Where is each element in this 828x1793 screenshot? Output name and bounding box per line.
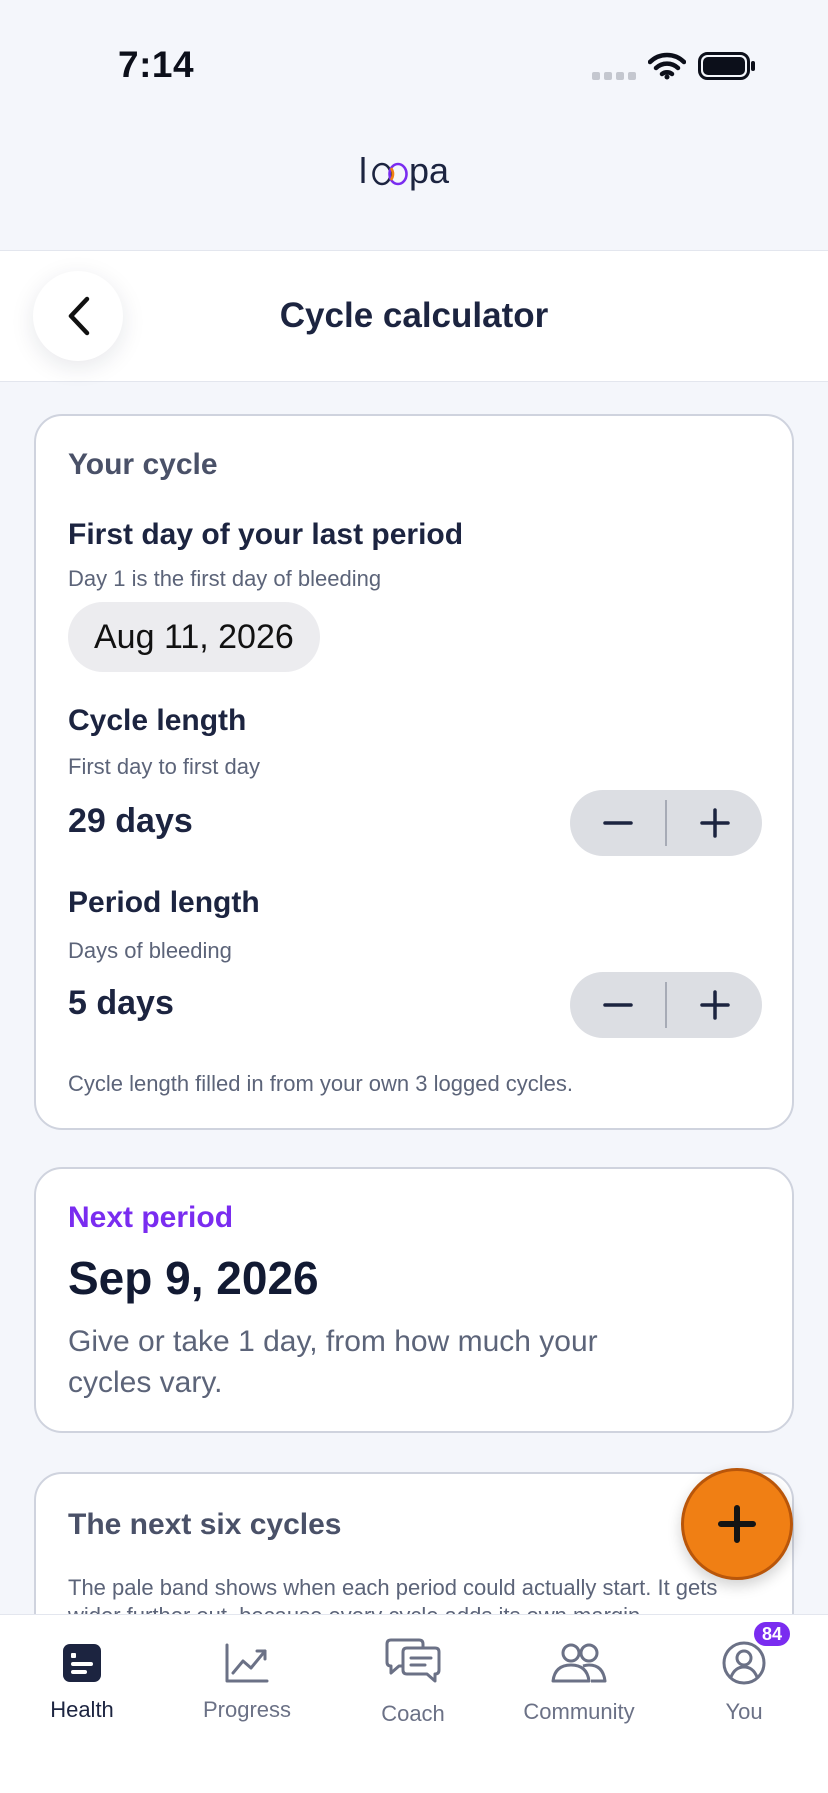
- plus-icon: [718, 1505, 756, 1543]
- cycle-length-label: Cycle length: [68, 704, 247, 737]
- cycle-length-source-note: Cycle length filled in from your own 3 l…: [68, 1071, 574, 1096]
- battery-icon: [698, 52, 755, 80]
- period-length-stepper: [570, 972, 762, 1038]
- minus-icon: [602, 821, 633, 825]
- section-title: Your cycle: [68, 448, 218, 481]
- period-length-increment-button[interactable]: [667, 972, 762, 1038]
- notification-badge: 84: [752, 1620, 792, 1648]
- period-length-hint: Days of bleeding: [68, 938, 232, 963]
- plus-icon: [699, 990, 730, 1020]
- brand-logo: l pa: [0, 150, 828, 210]
- tab-health[interactable]: Health: [7, 1635, 157, 1723]
- last-period-label: First day of your last period: [68, 518, 464, 551]
- next-period-card: Next period Sep 9, 2026 Give or take 1 d…: [34, 1167, 794, 1433]
- progress-chart-icon: [225, 1643, 269, 1683]
- tab-progress[interactable]: Progress: [172, 1635, 322, 1723]
- cellular-signal-icon: [592, 72, 636, 80]
- people-icon: [551, 1643, 607, 1683]
- add-button[interactable]: [681, 1468, 793, 1580]
- next-six-cycles-title: The next six cycles: [68, 1508, 342, 1541]
- next-period-date: Sep 9, 2026: [68, 1252, 319, 1304]
- last-period-date-picker[interactable]: Aug 11, 2026: [68, 602, 320, 672]
- tab-label: Coach: [381, 1701, 445, 1726]
- period-length-label: Period length: [68, 886, 260, 919]
- tab-community[interactable]: Community: [504, 1635, 654, 1725]
- svg-text:pa: pa: [409, 150, 450, 191]
- tab-label: Community: [523, 1699, 635, 1724]
- wifi-icon: [648, 52, 686, 80]
- svg-text:l: l: [359, 150, 367, 191]
- last-period-hint: Day 1 is the first day of bleeding: [68, 566, 382, 591]
- navigation-header: Cycle calculator: [0, 250, 828, 382]
- health-icon: [63, 1644, 101, 1682]
- period-length-decrement-button[interactable]: [570, 972, 665, 1038]
- cycle-length-decrement-button[interactable]: [570, 790, 665, 856]
- minus-icon: [602, 1003, 633, 1007]
- your-cycle-card: Your cycle First day of your last period…: [34, 414, 794, 1130]
- tab-label: You: [725, 1699, 763, 1724]
- next-period-label: Next period: [68, 1201, 234, 1234]
- cycle-length-increment-button[interactable]: [667, 790, 762, 856]
- tab-you[interactable]: You: [669, 1635, 819, 1725]
- cycle-length-hint: First day to first day: [68, 754, 260, 779]
- cycle-length-value: 29 days: [68, 802, 193, 840]
- plus-icon: [699, 808, 730, 838]
- loopa-logo: l pa: [359, 150, 450, 191]
- period-length-value: 5 days: [68, 984, 174, 1022]
- status-bar: 7:14: [0, 0, 828, 120]
- next-period-description: Give or take 1 day, from how much your c…: [68, 1325, 598, 1399]
- cycle-length-stepper: [570, 790, 762, 856]
- tab-coach[interactable]: Coach: [338, 1635, 488, 1727]
- chat-bubbles-icon: [385, 1638, 441, 1683]
- tab-bar: Health Progress Coach Community You: [0, 1614, 828, 1793]
- tab-label: Progress: [202, 1697, 292, 1722]
- page-title: Cycle calculator: [279, 296, 549, 335]
- tab-label: Health: [50, 1697, 114, 1722]
- status-time: 7:14: [118, 44, 195, 85]
